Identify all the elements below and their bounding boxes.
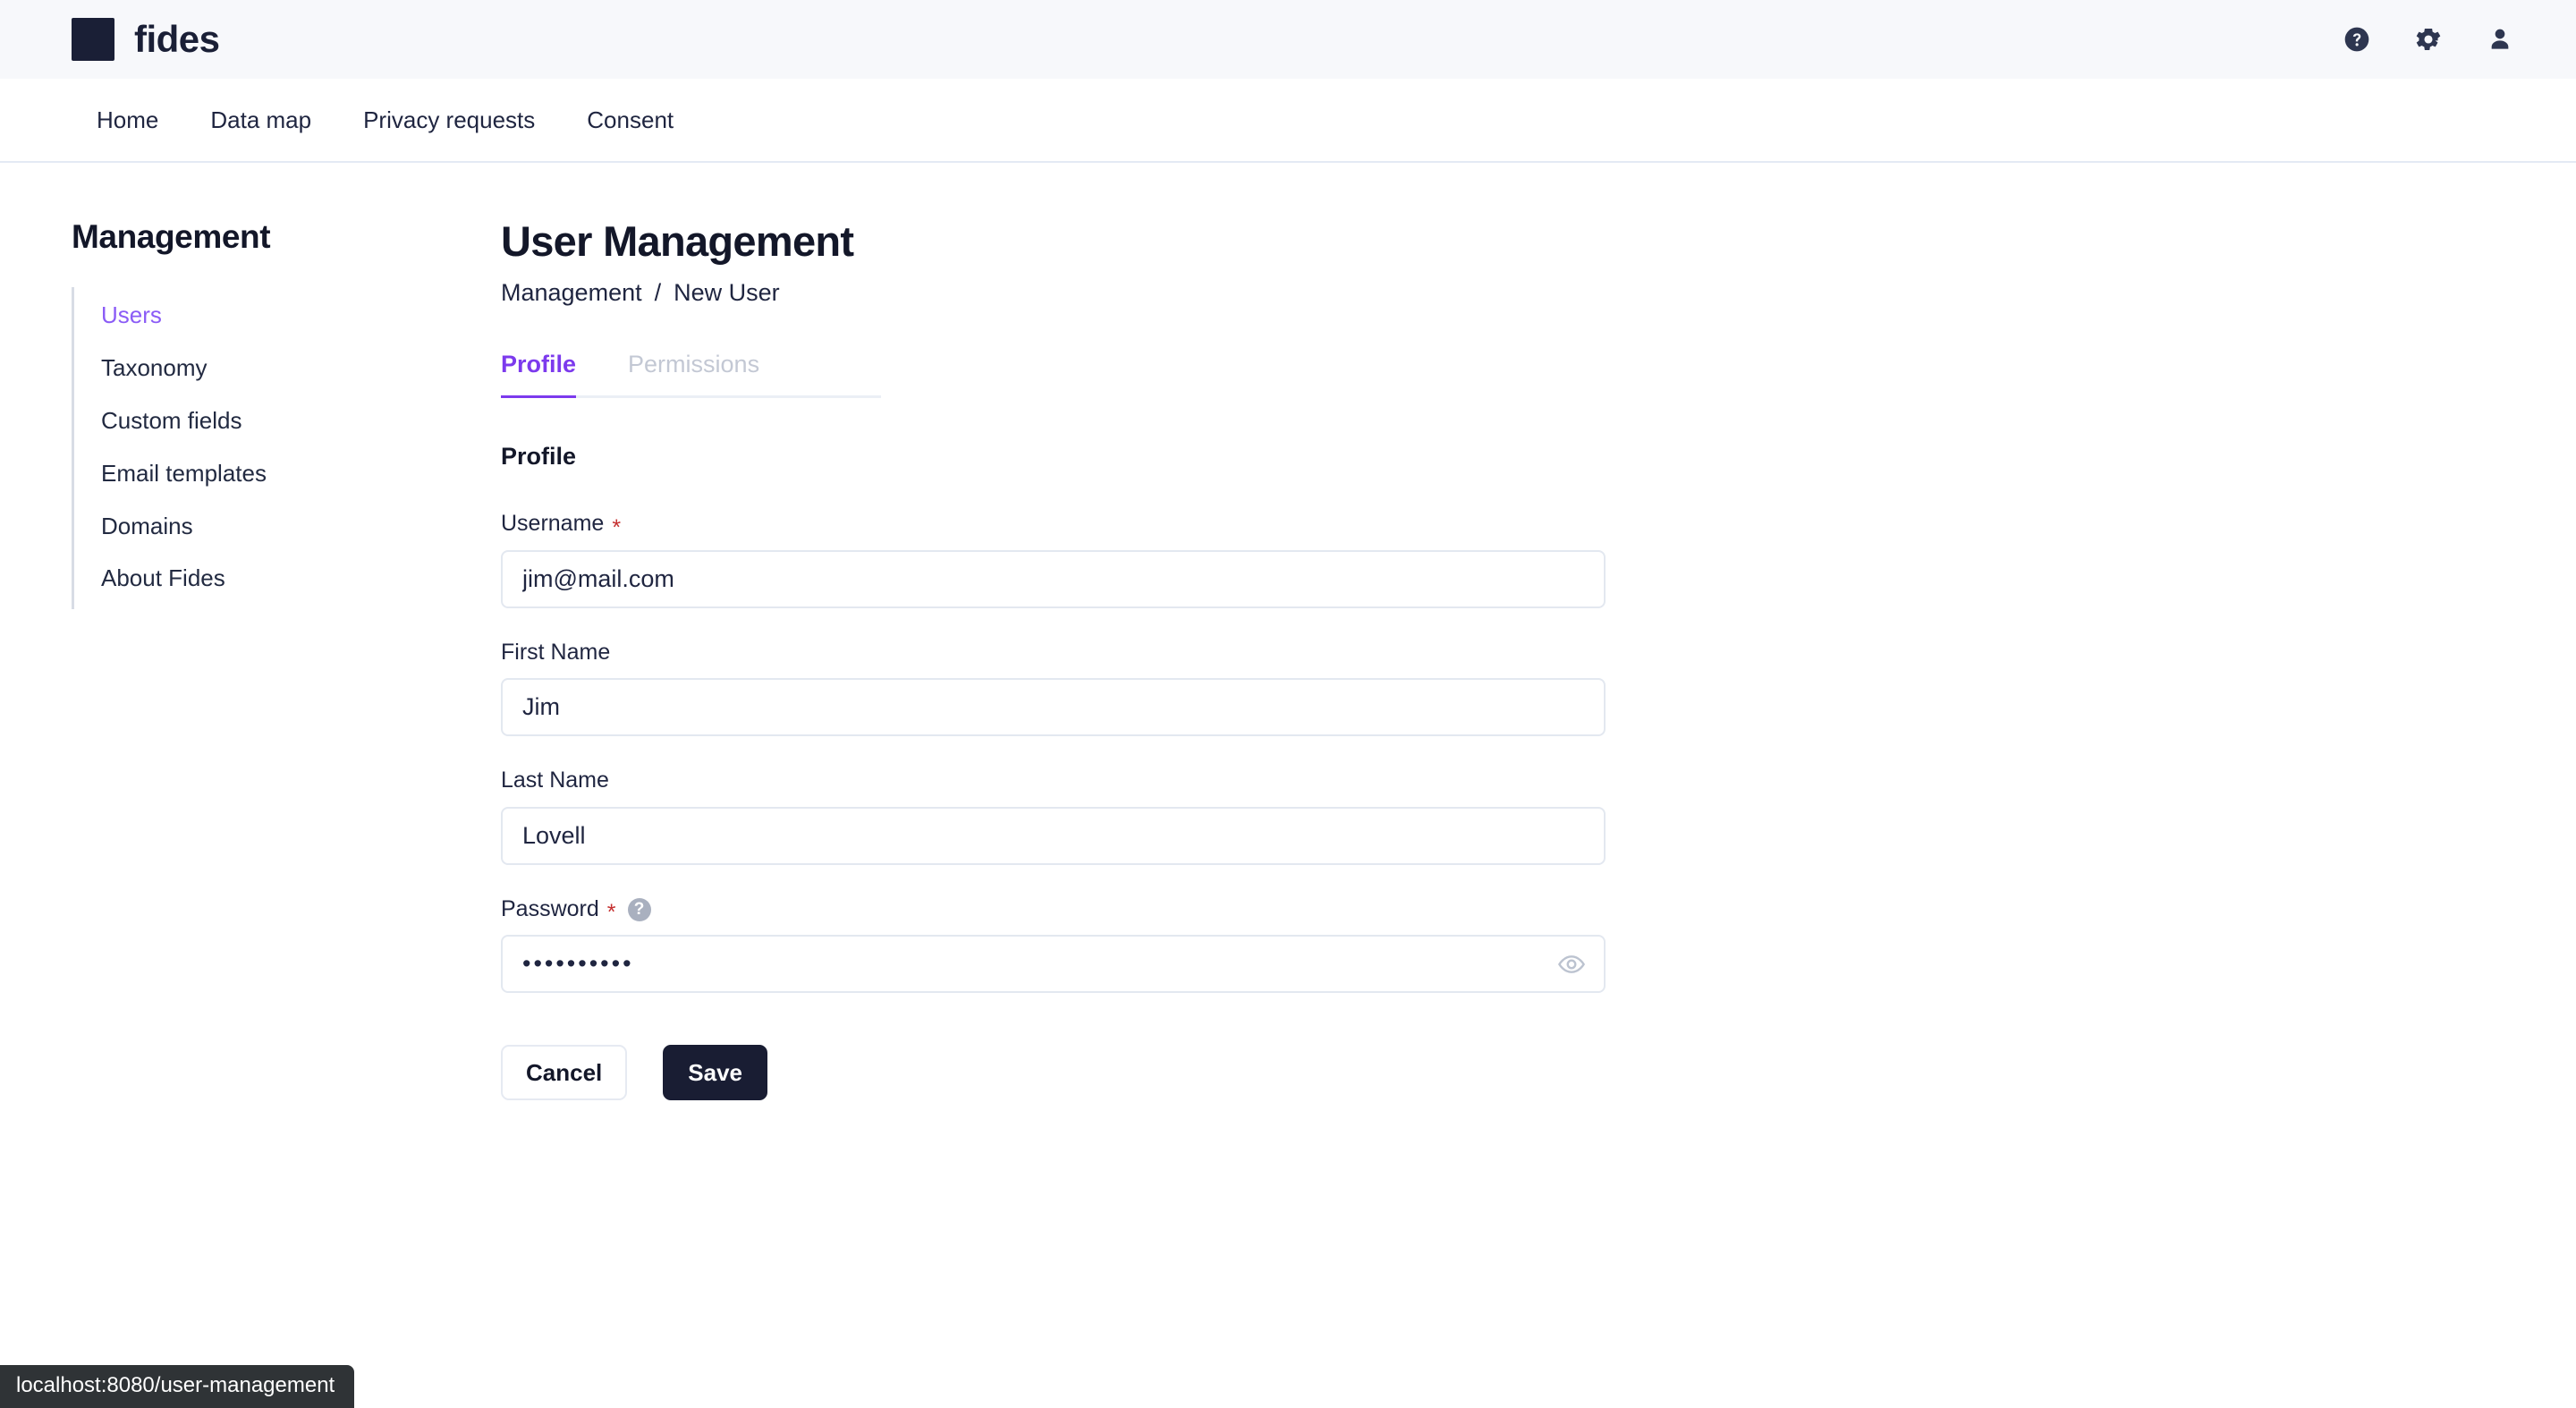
first-name-input[interactable] xyxy=(501,678,1606,737)
field-password: Password * ? xyxy=(501,895,1628,994)
tab-profile[interactable]: Profile xyxy=(501,343,601,399)
save-button[interactable]: Save xyxy=(663,1045,767,1101)
username-input[interactable] xyxy=(501,549,1606,608)
nav-item-consent[interactable]: Consent xyxy=(561,108,699,131)
first-name-label: First Name xyxy=(501,639,611,665)
password-input-wrap xyxy=(501,935,1606,994)
brand-name: fides xyxy=(134,18,220,60)
breadcrumb-separator: / xyxy=(654,278,662,306)
header-actions xyxy=(2342,24,2515,55)
tab-permissions[interactable]: Permissions xyxy=(628,343,784,396)
main-content: User Management Management / New User Pr… xyxy=(429,217,1682,1101)
field-username: Username * xyxy=(501,512,1628,608)
brand-logo[interactable]: fides xyxy=(72,18,220,61)
sidebar-item-taxonomy[interactable]: Taxonomy xyxy=(74,347,429,390)
help-icon[interactable] xyxy=(2342,24,2372,55)
last-name-input-wrap xyxy=(501,806,1606,865)
password-info-icon[interactable]: ? xyxy=(627,897,651,921)
sidebar-menu: Users Taxonomy Custom fields Email templ… xyxy=(72,287,429,610)
sidebar-item-custom-fields[interactable]: Custom fields xyxy=(74,400,429,443)
first-name-label-row: First Name xyxy=(501,640,1628,666)
sidebar-item-email-templates[interactable]: Email templates xyxy=(74,453,429,496)
page-body: Management Users Taxonomy Custom fields … xyxy=(0,163,2576,1101)
management-sidebar: Management Users Taxonomy Custom fields … xyxy=(0,218,429,1100)
sidebar-item-users[interactable]: Users xyxy=(74,294,429,337)
password-label: Password xyxy=(501,895,599,921)
status-bar-url: localhost:8080/user-management xyxy=(0,1365,355,1408)
username-label-row: Username * xyxy=(501,511,1628,540)
field-first-name: First Name xyxy=(501,640,1628,737)
username-label: Username xyxy=(501,511,605,537)
last-name-label: Last Name xyxy=(501,768,609,793)
sidebar-item-about-fides[interactable]: About Fides xyxy=(74,557,429,600)
first-name-input-wrap xyxy=(501,678,1606,737)
password-input[interactable] xyxy=(501,935,1606,994)
nav-item-home[interactable]: Home xyxy=(72,108,184,131)
field-last-name: Last Name xyxy=(501,768,1628,865)
username-required-marker: * xyxy=(612,514,622,540)
password-required-marker: * xyxy=(606,900,616,926)
fides-logo-icon xyxy=(72,18,114,61)
last-name-input[interactable] xyxy=(501,806,1606,865)
breadcrumb-root[interactable]: Management xyxy=(501,279,642,307)
profile-tabs: Profile Permissions xyxy=(501,343,881,399)
form-actions: Cancel Save xyxy=(501,1045,1628,1101)
main-navigation: Home Data map Privacy requests Consent xyxy=(0,79,2576,163)
nav-item-data-map[interactable]: Data map xyxy=(184,108,337,131)
cancel-button[interactable]: Cancel xyxy=(501,1045,628,1101)
nav-item-privacy-requests[interactable]: Privacy requests xyxy=(337,108,561,131)
username-input-wrap xyxy=(501,549,1606,608)
breadcrumb: Management / New User xyxy=(501,279,1628,307)
user-account-icon[interactable] xyxy=(2485,24,2515,55)
sidebar-title: Management xyxy=(72,218,271,255)
settings-gear-icon[interactable] xyxy=(2413,24,2444,55)
password-visibility-eye-icon[interactable] xyxy=(1554,946,1589,982)
section-heading-profile: Profile xyxy=(501,443,577,471)
page-title: User Management xyxy=(501,217,854,265)
password-label-row: Password * ? xyxy=(501,895,1628,926)
app-header: fides xyxy=(0,0,2576,79)
sidebar-item-domains[interactable]: Domains xyxy=(74,505,429,548)
last-name-label-row: Last Name xyxy=(501,768,1628,793)
breadcrumb-current: New User xyxy=(674,278,780,306)
